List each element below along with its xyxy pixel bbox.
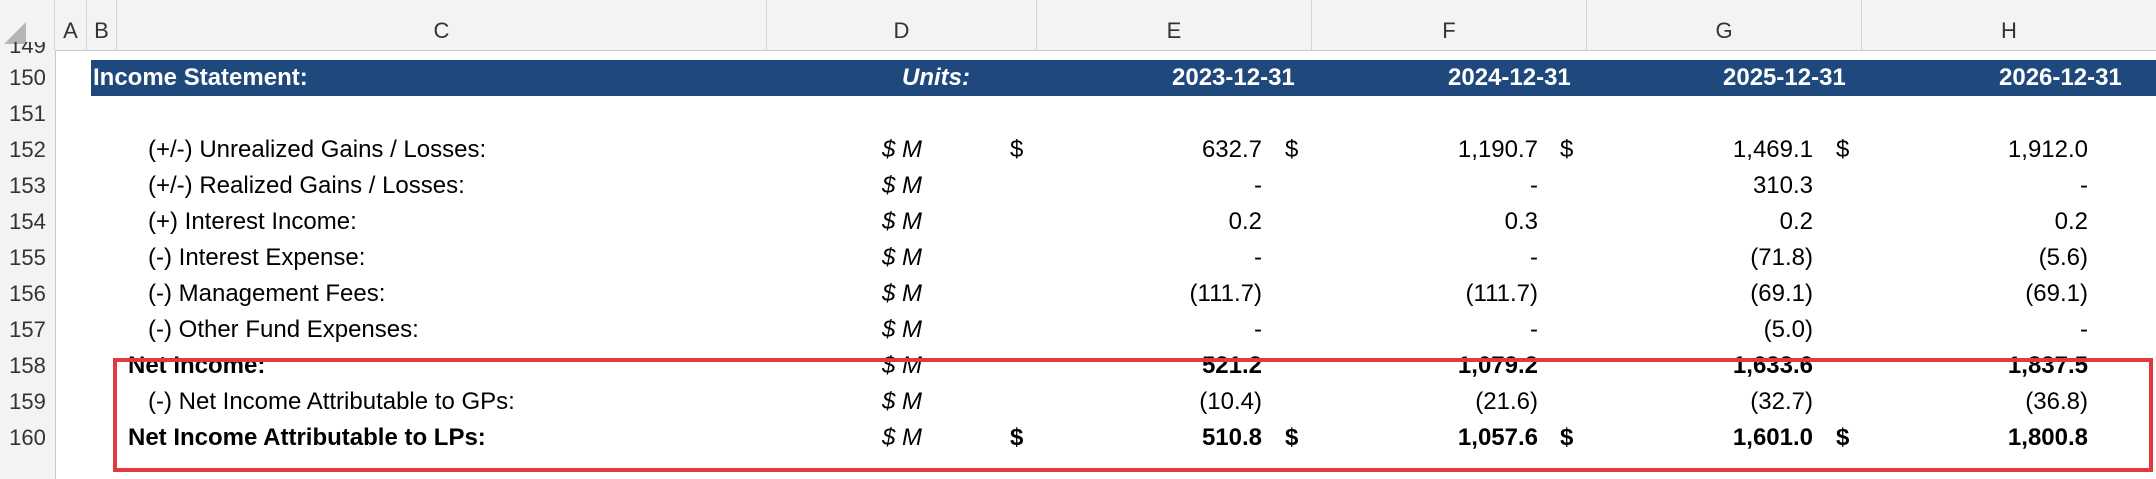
value-cell[interactable]: - (1298, 240, 1538, 276)
column-header-a[interactable]: A (55, 0, 87, 50)
row-header[interactable]: 154 (0, 204, 55, 240)
value-cell[interactable]: 1,800.8 (1848, 420, 2088, 456)
income-statement-header-row[interactable]: Income Statement: Units: 2023-12-31 2024… (91, 60, 2156, 96)
row-unit[interactable]: $ M (882, 132, 922, 168)
row-unit[interactable]: $ M (882, 348, 922, 384)
row-unit[interactable]: $ M (882, 204, 922, 240)
row-unit[interactable]: $ M (882, 276, 922, 312)
value-cell[interactable]: 1,190.7 (1298, 132, 1538, 168)
row-unit[interactable]: $ M (882, 168, 922, 204)
row-header[interactable]: 151 (0, 96, 55, 132)
row-unit[interactable]: $ M (882, 384, 922, 420)
value-cell[interactable]: - (1298, 168, 1538, 204)
column-header-b[interactable]: B (87, 0, 117, 50)
row-label[interactable]: (-) Management Fees: (148, 276, 385, 312)
date-header-g: 2025-12-31 (1723, 64, 1846, 91)
value-cell[interactable]: - (1022, 312, 1262, 348)
row-label[interactable]: Net Income Attributable to LPs: (128, 420, 486, 456)
value-cell[interactable]: (21.6) (1298, 384, 1538, 420)
value-cell[interactable]: (69.1) (1848, 276, 2088, 312)
row-header[interactable]: 156 (0, 276, 55, 312)
row-label[interactable]: (+) Interest Income: (148, 204, 357, 240)
row-unit[interactable]: $ M (882, 240, 922, 276)
value-cell[interactable]: (69.1) (1573, 276, 1813, 312)
column-header-d[interactable]: D (767, 0, 1037, 50)
value-cell[interactable]: 1,601.0 (1573, 420, 1813, 456)
value-cell[interactable]: 510.8 (1022, 420, 1262, 456)
row-label[interactable]: (-) Other Fund Expenses: (148, 312, 419, 348)
value-cell[interactable]: 1,079.2 (1298, 348, 1538, 384)
row-label[interactable]: (+/-) Realized Gains / Losses: (148, 168, 465, 204)
row-label[interactable]: (+/-) Unrealized Gains / Losses: (148, 132, 486, 168)
value-cell[interactable]: 0.2 (1573, 204, 1813, 240)
value-cell[interactable]: (111.7) (1022, 276, 1262, 312)
value-cell[interactable]: 0.3 (1298, 204, 1538, 240)
date-header-h: 2026-12-31 (1999, 64, 2122, 91)
row-label[interactable]: Net Income: (128, 348, 265, 384)
row-header[interactable]: 152 (0, 132, 55, 168)
value-cell[interactable]: 1,912.0 (1848, 132, 2088, 168)
value-cell[interactable]: 1,837.5 (1848, 348, 2088, 384)
column-header-bar: A B C D E F G H (0, 0, 2156, 51)
value-cell[interactable]: 1,633.6 (1573, 348, 1813, 384)
row-header[interactable]: 160 (0, 420, 55, 456)
column-header-h[interactable]: H (1862, 0, 2156, 50)
column-header-c[interactable]: C (117, 0, 767, 50)
column-header-e[interactable]: E (1037, 0, 1312, 50)
date-header-f: 2024-12-31 (1448, 64, 1571, 91)
value-cell[interactable]: 0.2 (1022, 204, 1262, 240)
row-label[interactable]: (-) Interest Expense: (148, 240, 365, 276)
row-label[interactable]: (-) Net Income Attributable to GPs: (148, 384, 515, 420)
units-header: Units: (902, 64, 970, 91)
value-cell[interactable]: (5.6) (1848, 240, 2088, 276)
value-cell[interactable]: (10.4) (1022, 384, 1262, 420)
value-cell[interactable]: 632.7 (1022, 132, 1262, 168)
value-cell[interactable]: 310.3 (1573, 168, 1813, 204)
row-header[interactable]: 155 (0, 240, 55, 276)
row-unit[interactable]: $ M (882, 312, 922, 348)
row-header[interactable]: 150 (0, 60, 55, 96)
income-statement-title: Income Statement: (93, 64, 308, 91)
row-header[interactable]: 158 (0, 348, 55, 384)
value-cell[interactable]: (5.0) (1573, 312, 1813, 348)
value-cell[interactable]: (111.7) (1298, 276, 1538, 312)
row-header[interactable]: 153 (0, 168, 55, 204)
worksheet-grid[interactable]: Income Statement: Units: 2023-12-31 2024… (56, 50, 2156, 479)
value-cell[interactable]: 1,469.1 (1573, 132, 1813, 168)
value-cell[interactable]: 0.2 (1848, 204, 2088, 240)
value-cell[interactable]: 1,057.6 (1298, 420, 1538, 456)
value-cell[interactable]: - (1848, 168, 2088, 204)
select-all-icon (4, 22, 26, 44)
value-cell[interactable]: (32.7) (1573, 384, 1813, 420)
row-unit[interactable]: $ M (882, 420, 922, 456)
row-header[interactable]: 159 (0, 384, 55, 420)
value-cell[interactable]: 521.2 (1022, 348, 1262, 384)
row-header[interactable]: 157 (0, 312, 55, 348)
date-header-e: 2023-12-31 (1172, 64, 1295, 91)
column-header-g[interactable]: G (1587, 0, 1862, 50)
value-cell[interactable]: (71.8) (1573, 240, 1813, 276)
value-cell[interactable]: - (1022, 168, 1262, 204)
row-header[interactable]: 149 (0, 42, 55, 56)
column-header-f[interactable]: F (1312, 0, 1587, 50)
value-cell[interactable]: - (1848, 312, 2088, 348)
row-header-bar: 149 150 151 152 153 154 155 156 157 158 … (0, 42, 56, 479)
value-cell[interactable]: - (1022, 240, 1262, 276)
value-cell[interactable]: (36.8) (1848, 384, 2088, 420)
value-cell[interactable]: - (1298, 312, 1538, 348)
